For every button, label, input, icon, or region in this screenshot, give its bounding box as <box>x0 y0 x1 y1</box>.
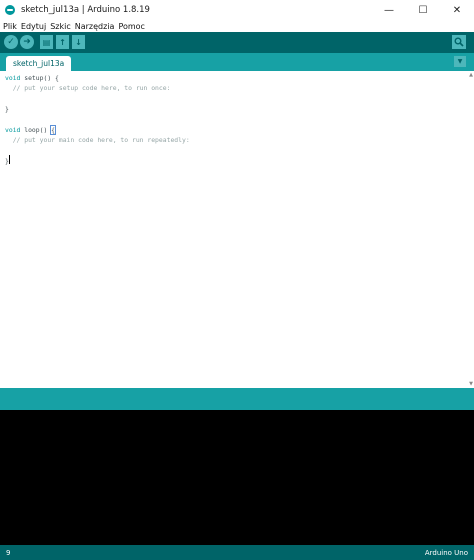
arduino-logo-icon <box>5 5 15 15</box>
text-caret <box>9 155 10 164</box>
code-line: } <box>5 105 9 113</box>
save-button[interactable]: ↓ <box>72 35 85 49</box>
code-comment: // put your setup code here, to run once… <box>5 84 171 92</box>
scroll-down-icon[interactable]: ▼ <box>469 381 473 387</box>
serial-monitor-button[interactable] <box>452 35 466 49</box>
tab-sketch[interactable]: sketch_jul13a <box>6 56 72 71</box>
check-icon: ✓ <box>7 37 15 47</box>
tab-strip: sketch_jul13a ▼ <box>0 53 474 71</box>
footer-status-bar: 9 Arduino Uno <box>0 545 474 560</box>
code-comment: // put your main code here, to run repea… <box>5 136 190 144</box>
console-output[interactable] <box>0 410 474 545</box>
matched-brace: { <box>50 125 56 135</box>
toolbar: ✓ ➜ ▤ ↑ ↓ <box>0 32 474 53</box>
window-controls: — ☐ ✕ <box>372 0 474 20</box>
arrow-right-icon: ➜ <box>23 37 31 47</box>
window-title: sketch_jul13a | Arduino 1.8.19 <box>21 5 150 15</box>
line-number: 9 <box>6 548 11 557</box>
code-editor[interactable]: void setup() { // put your setup code he… <box>0 71 474 388</box>
minimize-button[interactable]: — <box>372 0 406 20</box>
upload-button[interactable]: ➜ <box>20 35 34 49</box>
code-line: void loop() { <box>5 125 56 135</box>
arrow-up-icon: ↑ <box>59 37 66 47</box>
menu-edit[interactable]: Edytuj <box>21 22 46 31</box>
message-area <box>0 388 474 410</box>
new-button[interactable]: ▤ <box>40 35 53 49</box>
code-line: void setup() { <box>5 74 59 82</box>
maximize-button[interactable]: ☐ <box>406 0 440 20</box>
code-text: setup() { <box>20 74 59 82</box>
scroll-up-icon[interactable]: ▲ <box>469 72 473 78</box>
menu-tools[interactable]: Narzędzia <box>75 22 115 31</box>
tab-menu-button[interactable]: ▼ <box>454 56 466 67</box>
keyword: void <box>5 74 21 82</box>
title-bar: sketch_jul13a | Arduino 1.8.19 — ☐ ✕ <box>0 0 474 20</box>
search-icon <box>454 37 464 47</box>
menu-file[interactable]: Plik <box>3 22 17 31</box>
menu-sketch[interactable]: Szkic <box>50 22 71 31</box>
arrow-down-icon: ↓ <box>75 37 82 47</box>
verify-button[interactable]: ✓ <box>4 35 18 49</box>
close-button[interactable]: ✕ <box>440 0 474 20</box>
keyword: void <box>5 126 21 134</box>
menu-help[interactable]: Pomoc <box>118 22 145 31</box>
triangle-down-icon: ▼ <box>457 58 463 65</box>
new-file-icon: ▤ <box>42 37 51 47</box>
open-button[interactable]: ↑ <box>56 35 69 49</box>
board-name: Arduino Uno <box>424 548 468 557</box>
vertical-scrollbar[interactable]: ▲ ▼ <box>468 71 474 388</box>
code-text: loop() <box>20 126 52 134</box>
menu-bar: Plik Edytuj Szkic Narzędzia Pomoc <box>0 20 474 32</box>
